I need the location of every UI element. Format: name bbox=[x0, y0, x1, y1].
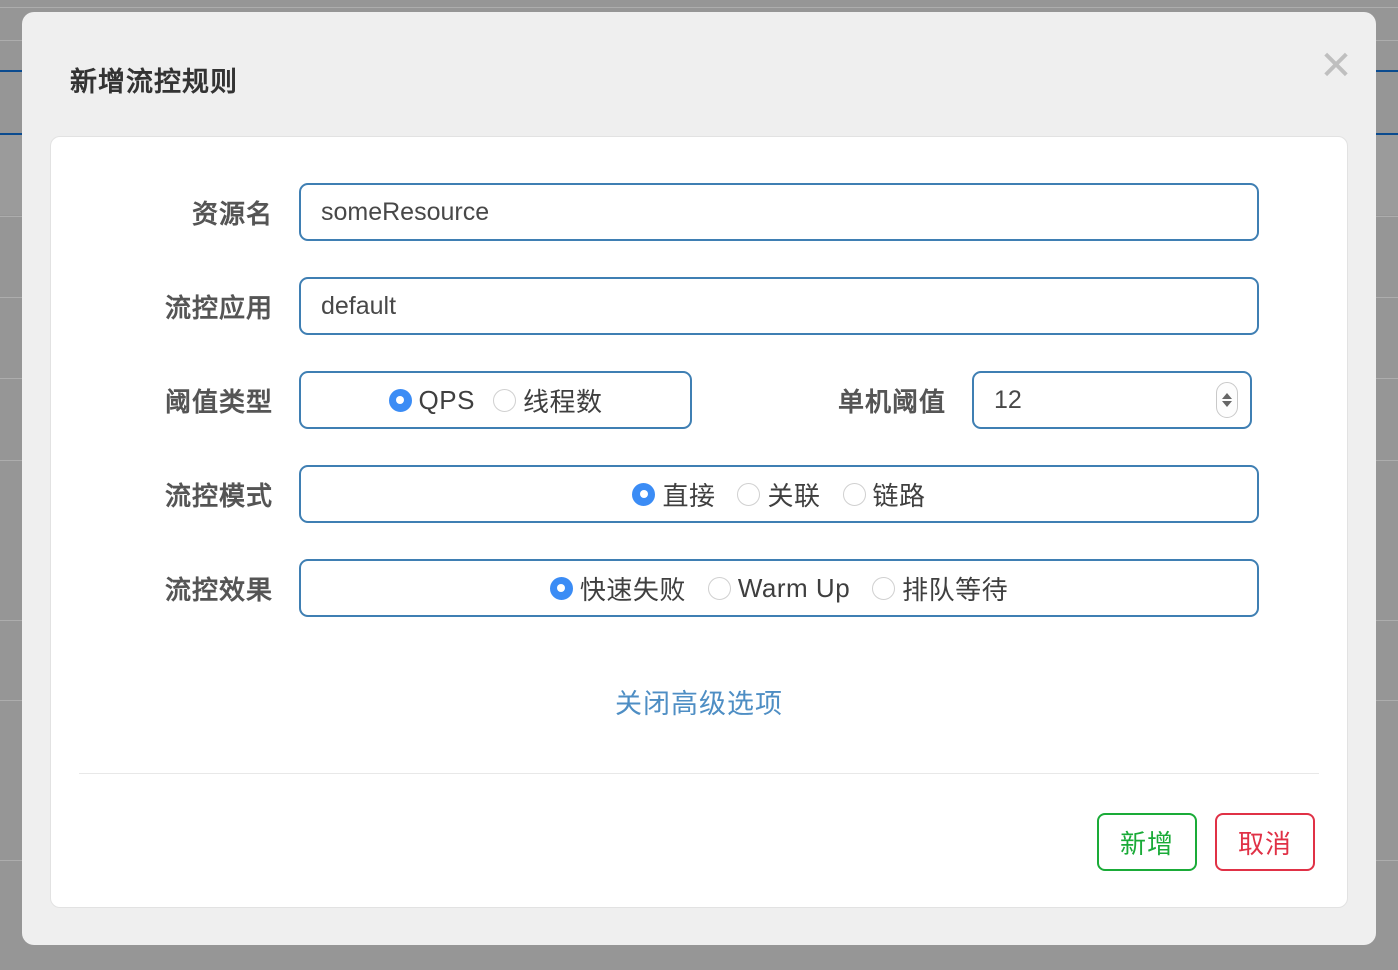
single-threshold-input[interactable] bbox=[972, 371, 1252, 429]
radio-unselected-icon bbox=[843, 483, 866, 506]
chevron-up-icon[interactable] bbox=[1222, 393, 1232, 399]
single-threshold-field bbox=[972, 371, 1252, 429]
radio-label: Warm Up bbox=[738, 573, 850, 604]
radio-flow-mode-associated[interactable]: 关联 bbox=[737, 476, 820, 513]
threshold-type-radio-group[interactable]: QPS 线程数 bbox=[299, 371, 692, 429]
form-row-resource: 资源名 bbox=[51, 183, 1347, 241]
form-row-threshold: 阈值类型 QPS 线程数 单机阈值 bbox=[51, 371, 1347, 429]
cancel-button[interactable]: 取消 bbox=[1215, 813, 1315, 871]
dialog-title: 新增流控规则 bbox=[70, 60, 238, 99]
radio-label: QPS bbox=[419, 385, 475, 416]
flow-effect-label: 流控效果 bbox=[51, 570, 299, 607]
dialog-footer: 新增 取消 bbox=[1097, 813, 1315, 871]
radio-selected-icon bbox=[550, 577, 573, 600]
form-row-flow-effect: 流控效果 快速失败 Warm Up 排队等待 bbox=[51, 559, 1347, 617]
radio-label: 快速失败 bbox=[580, 570, 686, 607]
submit-button[interactable]: 新增 bbox=[1097, 813, 1197, 871]
single-threshold-stepper[interactable] bbox=[1216, 382, 1238, 418]
flow-mode-radio-group[interactable]: 直接 关联 链路 bbox=[299, 465, 1259, 523]
flow-app-label: 流控应用 bbox=[51, 288, 299, 325]
radio-threshold-threads[interactable]: 线程数 bbox=[493, 382, 603, 419]
single-threshold-label: 单机阈值 bbox=[692, 382, 972, 419]
flow-rule-form: 资源名 流控应用 阈值类型 QPS 线程数 单机阈值 bbox=[50, 136, 1348, 908]
advanced-options-toggle[interactable]: 关闭高级选项 bbox=[51, 682, 1347, 721]
radio-label: 直接 bbox=[662, 476, 715, 513]
radio-flow-mode-direct[interactable]: 直接 bbox=[632, 476, 715, 513]
radio-label: 关联 bbox=[767, 476, 820, 513]
radio-flow-mode-chain[interactable]: 链路 bbox=[843, 476, 926, 513]
radio-unselected-icon bbox=[737, 483, 760, 506]
form-row-app: 流控应用 bbox=[51, 277, 1347, 335]
flow-app-input[interactable] bbox=[299, 277, 1259, 335]
background-row-divider bbox=[0, 7, 1398, 8]
resource-name-label: 资源名 bbox=[51, 194, 299, 231]
footer-divider bbox=[79, 773, 1319, 774]
radio-flow-effect-fast-fail[interactable]: 快速失败 bbox=[550, 570, 686, 607]
radio-label: 线程数 bbox=[523, 382, 603, 419]
flow-effect-radio-group[interactable]: 快速失败 Warm Up 排队等待 bbox=[299, 559, 1259, 617]
radio-label: 排队等待 bbox=[902, 570, 1008, 607]
radio-flow-effect-queue[interactable]: 排队等待 bbox=[872, 570, 1008, 607]
radio-flow-effect-warm-up[interactable]: Warm Up bbox=[708, 573, 850, 604]
resource-name-input[interactable] bbox=[299, 183, 1259, 241]
radio-unselected-icon bbox=[872, 577, 895, 600]
threshold-type-label: 阈值类型 bbox=[51, 382, 299, 419]
radio-unselected-icon bbox=[493, 389, 516, 412]
radio-unselected-icon bbox=[708, 577, 731, 600]
flow-mode-label: 流控模式 bbox=[51, 476, 299, 513]
radio-threshold-qps[interactable]: QPS bbox=[389, 385, 475, 416]
form-row-flow-mode: 流控模式 直接 关联 链路 bbox=[51, 465, 1347, 523]
close-icon[interactable]: ✕ bbox=[1308, 38, 1364, 94]
radio-selected-icon bbox=[389, 389, 412, 412]
radio-selected-icon bbox=[632, 483, 655, 506]
radio-label: 链路 bbox=[873, 476, 926, 513]
chevron-down-icon[interactable] bbox=[1222, 401, 1232, 407]
add-flow-rule-dialog: 新增流控规则 ✕ 资源名 流控应用 阈值类型 QPS 线程数 bbox=[22, 12, 1376, 945]
